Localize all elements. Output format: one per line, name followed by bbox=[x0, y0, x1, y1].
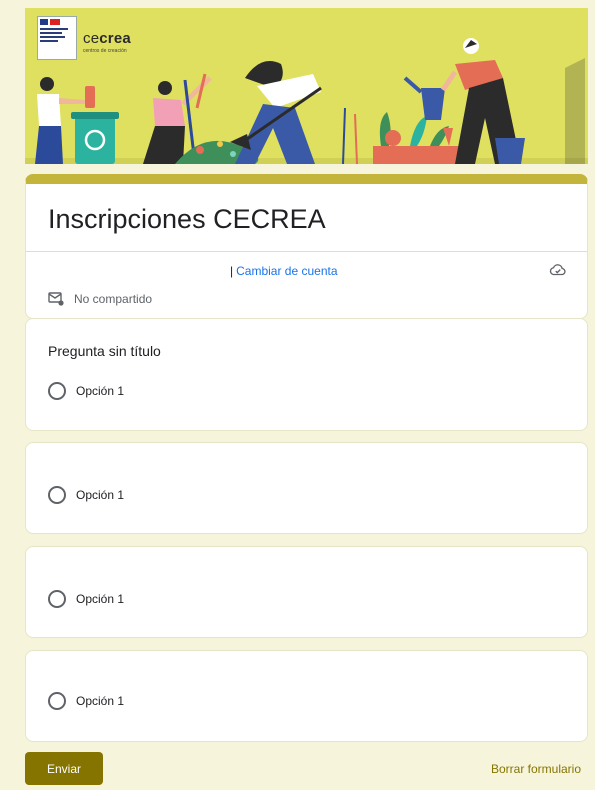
watering-can-icon bbox=[403, 76, 445, 120]
option-row[interactable]: Opción 1 bbox=[48, 692, 124, 710]
account-separator: | bbox=[230, 264, 234, 278]
option-row[interactable]: Opción 1 bbox=[48, 486, 124, 504]
option-row[interactable]: Opción 1 bbox=[48, 382, 124, 400]
switch-account-link[interactable]: Cambiar de cuenta bbox=[236, 264, 337, 278]
radio-button[interactable] bbox=[48, 486, 66, 504]
question-card-2: Opción 1 bbox=[25, 442, 588, 534]
form-title: Inscripciones CECREA bbox=[48, 204, 326, 234]
not-shared-icon bbox=[48, 292, 64, 306]
radio-button[interactable] bbox=[48, 382, 66, 400]
question-card-1: Pregunta sin título Opción 1 bbox=[25, 318, 588, 431]
redacted-email bbox=[48, 263, 226, 277]
option-label: Opción 1 bbox=[76, 592, 125, 606]
form-container: cecrea centros de creación Inscripciones… bbox=[25, 8, 588, 742]
gardening-illustration bbox=[25, 38, 588, 164]
header-banner: cecrea centros de creación bbox=[25, 8, 588, 164]
option-label: Opción 1 bbox=[76, 384, 125, 398]
question-card-4: Opción 1 bbox=[25, 650, 588, 742]
question-title: Pregunta sin título bbox=[48, 343, 161, 359]
not-shared-label: No compartido bbox=[74, 292, 153, 306]
share-status: No compartido bbox=[48, 292, 152, 306]
clear-form-link[interactable]: Borrar formulario bbox=[491, 762, 581, 776]
submit-button[interactable]: Enviar bbox=[25, 752, 103, 785]
person-shovel-figure bbox=[230, 61, 322, 164]
option-row[interactable]: Opción 1 bbox=[48, 590, 124, 608]
form-header-card: Inscripciones CECREA | Cambiar de cuenta … bbox=[25, 174, 588, 319]
radio-button[interactable] bbox=[48, 692, 66, 710]
option-label: Opción 1 bbox=[76, 488, 125, 502]
recycle-bin-icon bbox=[71, 112, 119, 164]
cloud-saved-icon bbox=[549, 264, 566, 276]
question-card-3: Opción 1 bbox=[25, 546, 588, 638]
plant-box-icon bbox=[373, 112, 463, 164]
account-line: | Cambiar de cuenta bbox=[230, 264, 338, 278]
radio-button[interactable] bbox=[48, 590, 66, 608]
option-label: Opción 1 bbox=[76, 694, 125, 708]
header-divider bbox=[26, 251, 587, 252]
